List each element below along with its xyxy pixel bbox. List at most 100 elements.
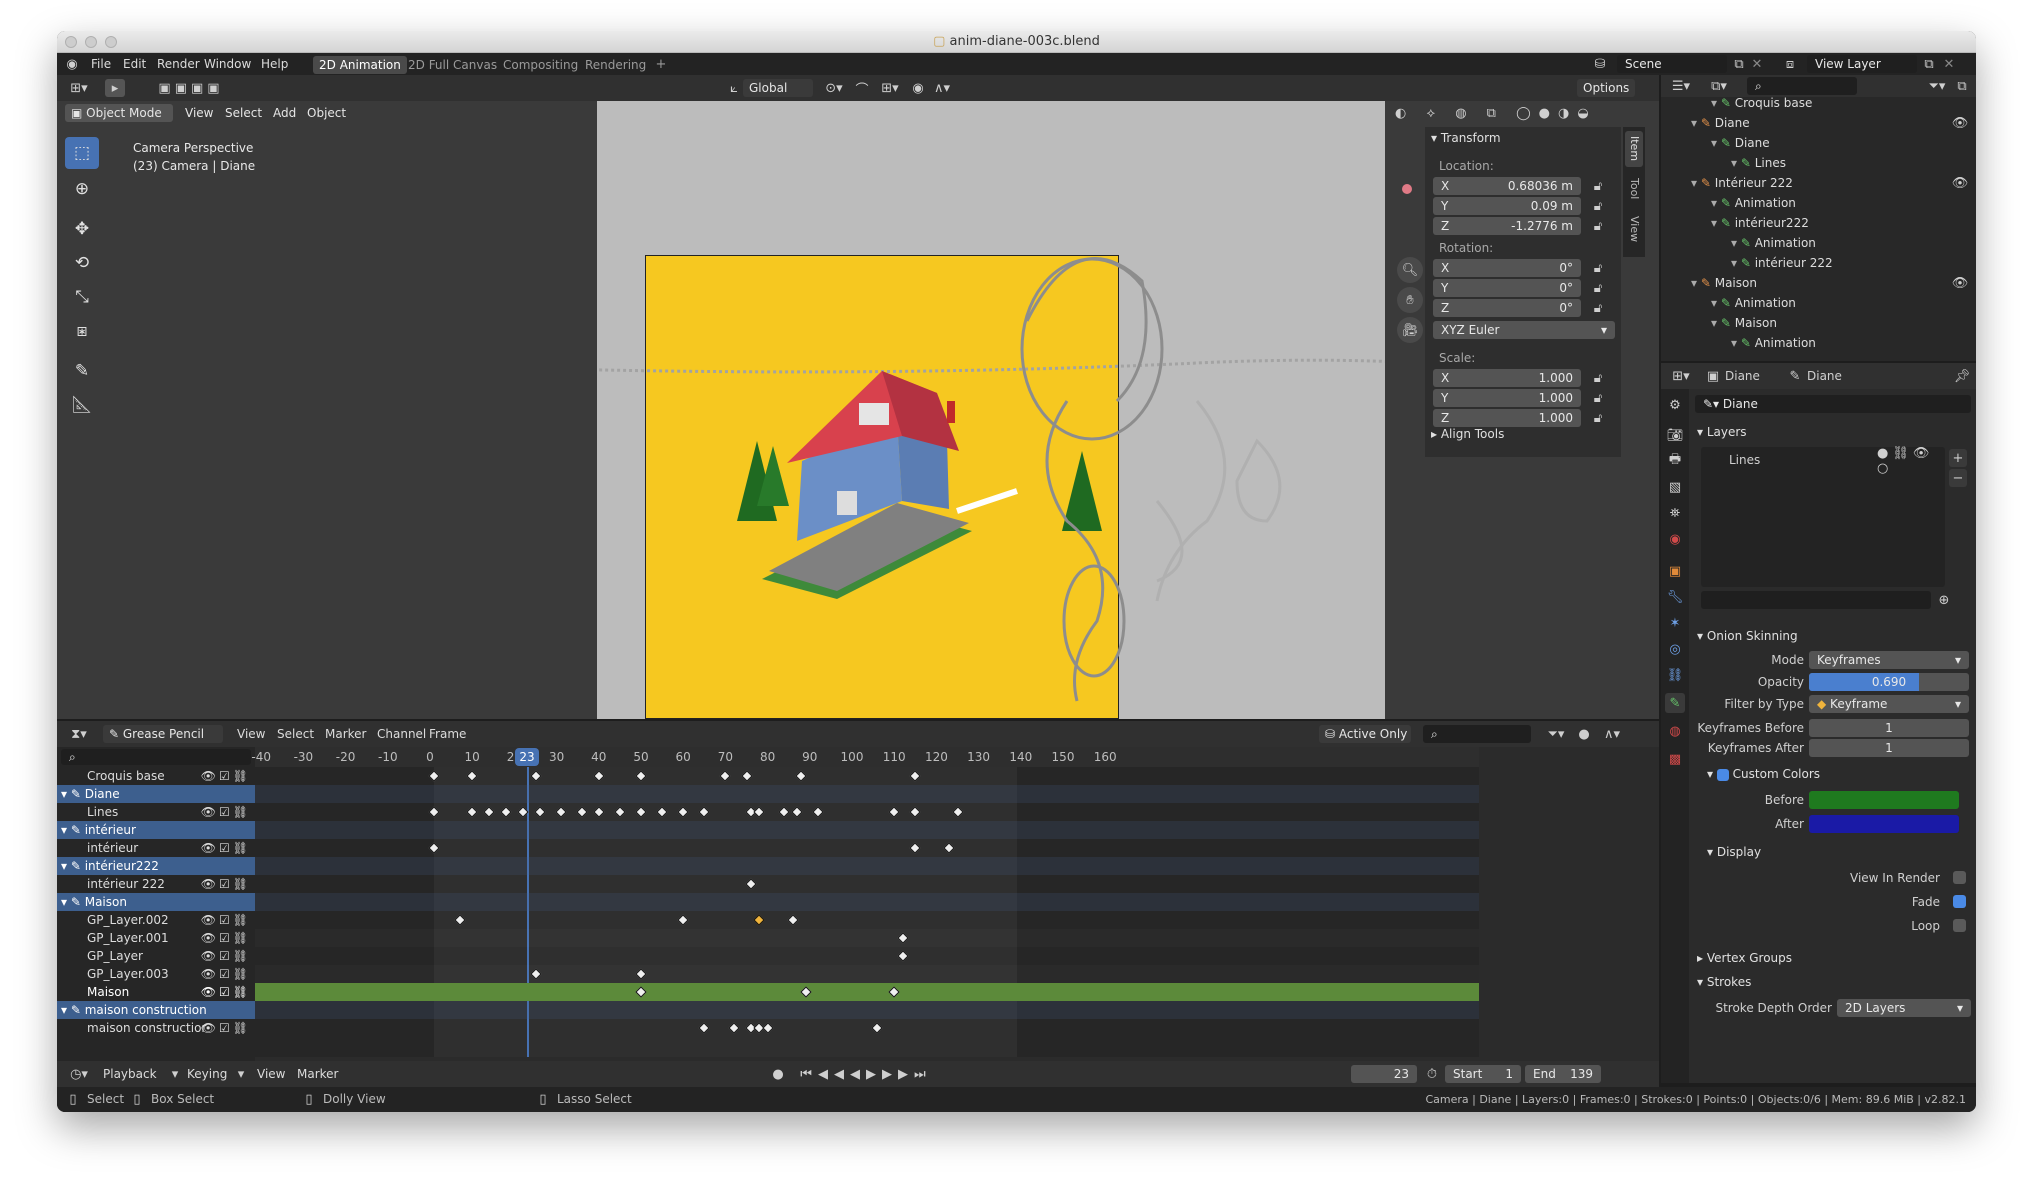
channel-layer[interactable]: Lines 👁︎☑⛓ [57, 803, 255, 821]
outliner-filter-icon[interactable]: ⏷▾ [1923, 77, 1951, 95]
lock-icon[interactable]: 🔓︎ [1589, 279, 1607, 297]
selection-mode-icons[interactable]: ▣▣▣▣ [145, 79, 237, 97]
proportional-edit-icon[interactable]: ◉ [909, 79, 927, 97]
snap-icon[interactable]: ⌒ [853, 79, 871, 98]
outliner-item[interactable]: ▾ ✎ Animation [1731, 233, 1816, 253]
layers-list[interactable]: Lines ●⛓👁︎○ [1701, 446, 1945, 587]
add-workspace-icon[interactable]: + [653, 56, 669, 72]
scale-y-field[interactable]: Y 1.000 [1433, 389, 1581, 407]
visibility-eye-icon[interactable]: 👁︎ [1951, 113, 1969, 133]
rotation-y-field[interactable]: Y 0° [1433, 279, 1581, 297]
channel-toggle-icons[interactable]: 👁︎☑⛓ [201, 875, 251, 893]
channel-toggle-icons[interactable]: 👁︎☑⛓ [201, 983, 251, 1001]
viewport-shading-icons[interactable]: ◐ ⟡ ◍ ⧉ ◯●◑◒ [1395, 103, 1645, 123]
object-properties-icon[interactable]: ▣ [1665, 561, 1685, 581]
dopesheet-editor-icon[interactable]: ⧗▾ [65, 725, 93, 743]
tool-settings-icon[interactable]: ⚙ [1665, 395, 1685, 415]
channel-toggle-icons[interactable]: 👁︎☑⛓ [201, 803, 251, 821]
select-box-tool[interactable]: ⬚ [65, 137, 99, 169]
lock-icon[interactable]: 🔓︎ [1589, 389, 1607, 407]
proportional-icon[interactable]: ● [1575, 725, 1593, 743]
menu-file[interactable]: File [91, 53, 111, 75]
outliner-item[interactable]: ▾ ✎ Animation [1711, 293, 1796, 313]
layers-panel-header[interactable]: ▾ Layers [1697, 425, 1747, 439]
texture-icon[interactable]: ▩ [1665, 749, 1685, 769]
timeline-marker-menu[interactable]: Marker [297, 1061, 338, 1087]
channel-toggle-icons[interactable]: 👁︎☑⛓ [201, 839, 251, 857]
end-frame-field[interactable]: End 139 [1525, 1065, 1601, 1083]
add-layer-icon[interactable]: + [1949, 449, 1967, 467]
measure-tool[interactable]: 📐︎ [65, 389, 99, 421]
lock-icon[interactable]: 🔓︎ [1589, 259, 1607, 277]
lock-icon[interactable]: 🔓︎ [1589, 177, 1607, 195]
view-in-render-checkbox[interactable] [1953, 871, 1966, 884]
active-only-toggle[interactable]: ⛁ Active Only [1319, 725, 1411, 743]
falloff-icon[interactable]: ∧▾ [927, 79, 957, 97]
opacity-slider[interactable]: 0.690 [1809, 673, 1969, 691]
view-layer-field[interactable]: View Layer [1807, 55, 1917, 73]
menu-view[interactable]: View [179, 104, 220, 122]
timeline-view-menu[interactable]: View [257, 1061, 285, 1087]
dopesheet-menu-view[interactable]: View [237, 721, 265, 747]
outliner-item[interactable]: ▾ ✎ Lines [1731, 153, 1786, 173]
dopesheet-falloff-icon[interactable]: ∧▾ [1597, 725, 1627, 743]
dopesheet-menu-marker[interactable]: Marker [325, 721, 366, 747]
view-layer-icon[interactable]: ⧈ [1777, 56, 1803, 72]
pan-view-icon[interactable]: ✋︎ [1397, 287, 1423, 313]
lock-icon[interactable]: 🔓︎ [1589, 217, 1607, 235]
filter-type-dropdown[interactable]: ◆ Keyframe ▾ [1809, 695, 1969, 713]
lock-icon[interactable]: 🔓︎ [1589, 299, 1607, 317]
loop-checkbox[interactable] [1953, 919, 1966, 932]
editor-type-icon[interactable]: ⊞▾ [65, 79, 93, 97]
view-layer-properties-icon[interactable]: ▧ [1665, 477, 1685, 497]
channel-layer[interactable]: intérieur 222 👁︎☑⛓ [57, 875, 255, 893]
outliner-search-input[interactable]: ⌕ [1747, 77, 1857, 95]
channel-layer[interactable]: GP_Layer 👁︎☑⛓ [57, 947, 255, 965]
lock-icon[interactable]: 🔓︎ [1589, 369, 1607, 387]
location-y-field[interactable]: Y 0.09 m [1433, 197, 1581, 215]
current-frame-indicator[interactable]: 23 [515, 748, 540, 766]
outliner-item[interactable]: ▾ ✎ Diane [1711, 133, 1770, 153]
select-tool-icon[interactable]: ▸ [105, 79, 125, 97]
align-tools-header[interactable]: ▸ Align Tools [1431, 427, 1504, 441]
lock-icon[interactable]: 🔓︎ [1589, 197, 1607, 215]
channel-layer[interactable]: Maison 👁︎☑⛓ [57, 983, 255, 1001]
scene-name-field[interactable]: Scene [1617, 55, 1727, 73]
menu-add[interactable]: Add [267, 104, 303, 122]
object-data-icon[interactable]: ✎ [1665, 693, 1685, 713]
remove-layer-icon[interactable]: − [1949, 469, 1967, 487]
menu-window[interactable]: Window [204, 53, 251, 75]
orientation-dropdown[interactable]: Global [743, 79, 813, 97]
rotation-x-field[interactable]: X 0° [1433, 259, 1581, 277]
channel-toggle-icons[interactable]: 👁︎☑⛓ [201, 1019, 251, 1037]
close-window-button[interactable] [65, 36, 77, 48]
outliner-item[interactable]: ▾ ✎ Croquis base [1711, 97, 1812, 113]
channel-group[interactable]: ▾ ✎ maison construction [57, 1001, 255, 1019]
annotate-tool[interactable]: ✎ [65, 355, 99, 387]
transform-tool[interactable]: ⧆ [65, 315, 99, 347]
strokes-header[interactable]: ▾ Strokes [1697, 975, 1751, 989]
physics-icon[interactable]: ◎ [1665, 639, 1685, 659]
pivot-icon[interactable]: ⊙▾ [819, 79, 849, 97]
channel-toggle-icons[interactable]: 👁︎☑⛓ [201, 965, 251, 983]
constraints-icon[interactable]: ⛓ [1665, 665, 1685, 685]
output-properties-icon[interactable]: 🖶 [1665, 451, 1685, 471]
rotate-tool[interactable]: ⟲ [65, 247, 99, 279]
expand-arrow-icon[interactable]: ▾ [1711, 196, 1721, 210]
minimize-window-button[interactable] [85, 36, 97, 48]
channel-toggle-icons[interactable]: 👁︎☑⛓ [201, 947, 251, 965]
new-scene-icon[interactable]: ⧉ [1731, 56, 1747, 72]
outliner-item[interactable]: ▾ ✎ Animation [1731, 333, 1816, 353]
stroke-depth-dropdown[interactable]: 2D Layers ▾ [1837, 999, 1971, 1017]
visibility-eye-icon[interactable]: 👁︎ [1951, 273, 1969, 293]
tab-item[interactable]: Item [1625, 131, 1643, 167]
before-color-swatch[interactable] [1809, 791, 1959, 809]
current-frame-field[interactable]: 23 [1351, 1065, 1417, 1083]
dopesheet-mode-dropdown[interactable]: ✎ Grease Pencil [103, 725, 223, 743]
outliner-item[interactable]: ▾ ✎ Maison [1711, 313, 1777, 333]
group-expand-icon[interactable]: ▾ ✎ [61, 1003, 85, 1017]
data-name-field[interactable]: ✎▾ Diane [1695, 395, 1971, 413]
custom-colors-header[interactable]: ▾ Custom Colors [1707, 767, 1820, 781]
scale-x-field[interactable]: X 1.000 [1433, 369, 1581, 387]
channel-layer[interactable]: intérieur 👁︎☑⛓ [57, 839, 255, 857]
